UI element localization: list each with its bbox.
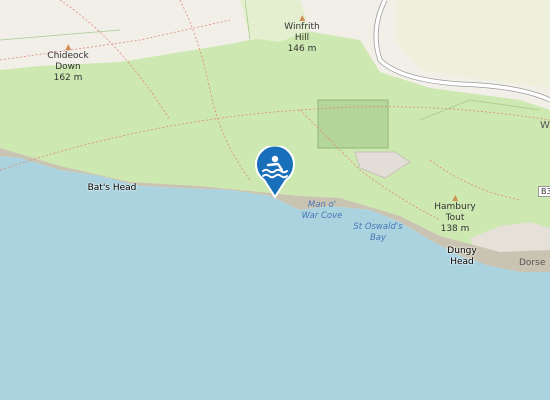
peak-name: Hambury Tout (434, 202, 476, 223)
peak-icon (298, 15, 305, 21)
peak-icon (65, 44, 71, 50)
label-man-o-war-cove: Man o' War Cove (301, 200, 343, 221)
peak-elevation: 162 m (53, 73, 83, 83)
label-bats-head: Bat's Head (87, 183, 137, 193)
peak-name: Chideock Down (47, 51, 89, 72)
swimming-icon (255, 144, 295, 199)
peak-hambury-tout: Hambury Tout 138 m (434, 195, 476, 235)
label-st-oswalds-bay: St Oswald's Bay (353, 222, 403, 243)
peak-elevation: 138 m (440, 224, 470, 234)
location-marker[interactable] (254, 144, 296, 199)
label-w-fragment: W (540, 120, 550, 131)
caravan-park (317, 99, 389, 149)
road-ref-shield: B3 (538, 186, 550, 197)
map-canvas[interactable]: Chideock Down 162 m Winfrith Hill 146 m … (0, 0, 550, 400)
peak-icon (452, 195, 458, 201)
label-dungy-head: Dungy Head (447, 246, 477, 267)
peak-winfrith-hill: Winfrith Hill 146 m (284, 15, 320, 55)
label-dorset-fragment: Dorse (519, 258, 546, 268)
peak-elevation: 146 m (287, 44, 317, 54)
peak-chideock-down: Chideock Down 162 m (47, 44, 89, 84)
peak-name: Winfrith Hill (284, 22, 320, 43)
